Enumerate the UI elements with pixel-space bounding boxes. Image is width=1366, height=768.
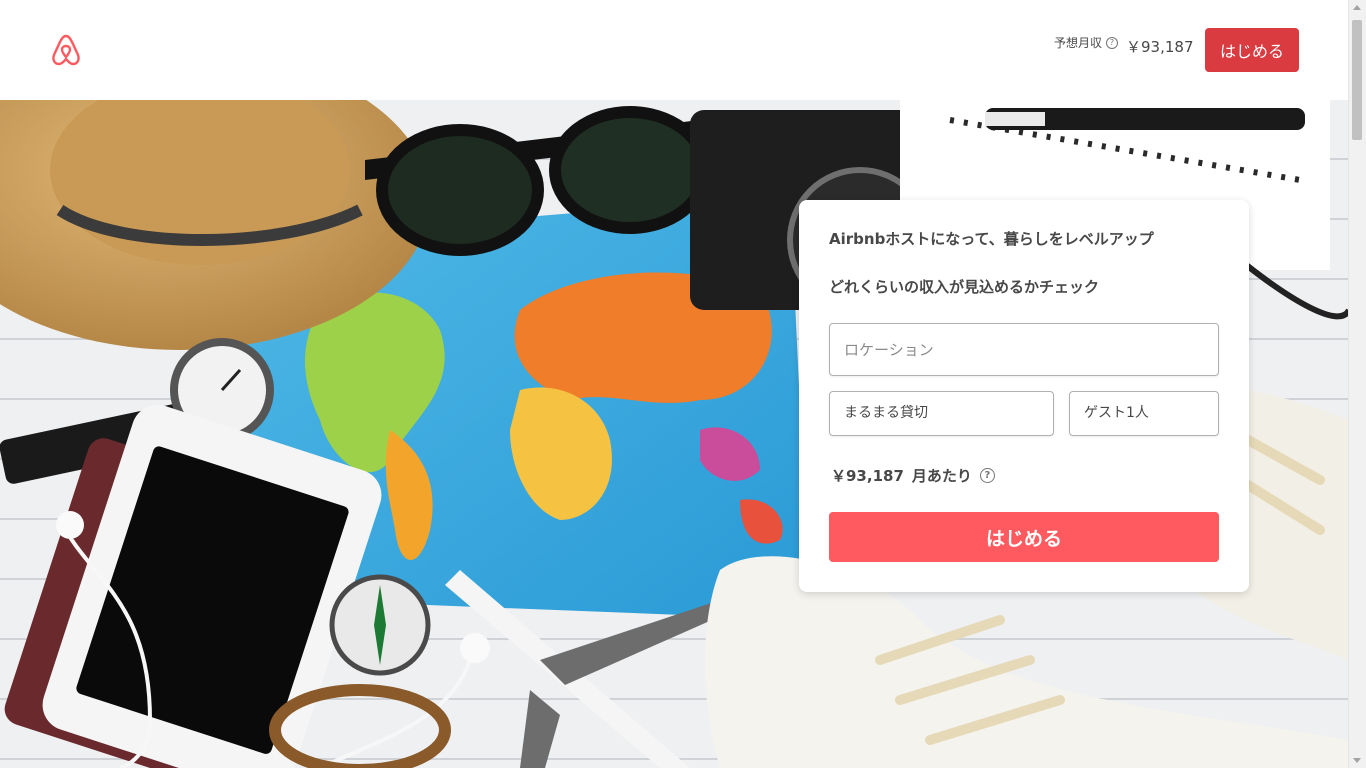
airbnb-logo-icon[interactable] xyxy=(50,33,82,67)
scroll-thumb[interactable] xyxy=(1352,20,1362,140)
card-subtitle: どれくらいの収入が見込めるかチェック xyxy=(829,278,1100,296)
card-title: Airbnbホストになって、暮らしをレベルアップ xyxy=(829,230,1154,248)
host-signup-card: Airbnbホストになって、暮らしをレベルアップ どれくらいの収入が見込めるかチ… xyxy=(799,200,1249,592)
scrollbar[interactable] xyxy=(1348,0,1366,768)
scroll-down-icon[interactable] xyxy=(1353,758,1361,763)
estimated-earnings-label-text: 予想月収 xyxy=(1054,36,1103,50)
question-circle-icon[interactable]: ? xyxy=(1106,36,1119,49)
card-start-button[interactable]: はじめる xyxy=(829,512,1219,562)
location-input[interactable] xyxy=(829,323,1219,376)
monthly-estimate: ￥93,187 月あたり ? xyxy=(831,465,995,486)
estimated-earnings-label: 予想月収 ? xyxy=(1054,34,1119,51)
question-circle-icon[interactable]: ? xyxy=(979,468,995,483)
estimate-amount: ￥93,187 xyxy=(831,467,904,485)
header-start-button[interactable]: はじめる xyxy=(1205,28,1299,72)
header: 予想月収 ? ￥93,187 はじめる xyxy=(0,0,1349,100)
guests-select[interactable]: ゲスト1人 xyxy=(1069,391,1219,436)
scroll-up-icon[interactable] xyxy=(1353,5,1361,10)
room-type-select[interactable]: まるまる貸切 xyxy=(829,391,1054,436)
estimate-period: 月あたり xyxy=(911,467,972,485)
guests-value: ゲスト1人 xyxy=(1084,405,1149,421)
page: 予想月収 ? ￥93,187 はじめる Airbnbホストになって、暮らしをレベ… xyxy=(0,0,1366,768)
estimated-earnings-value: ￥93,187 xyxy=(1126,38,1194,56)
room-type-value: まるまる貸切 xyxy=(844,405,928,421)
